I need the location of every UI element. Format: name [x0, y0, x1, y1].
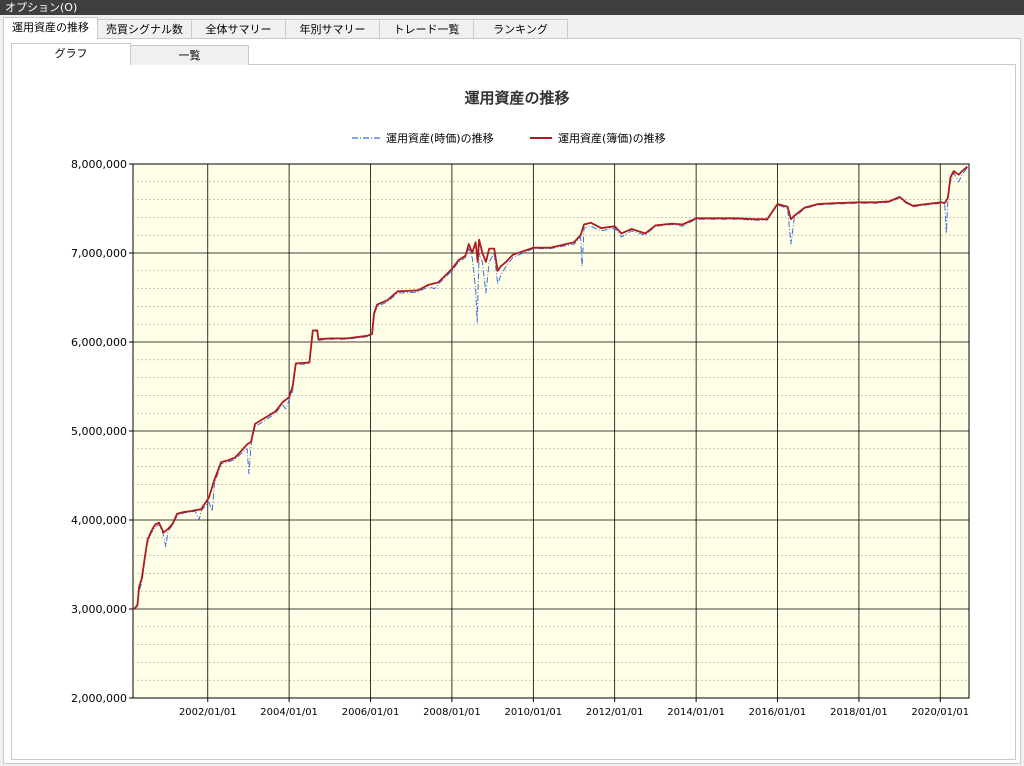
y-axis: 2,000,000 3,000,000 4,000,000 5,000,000 6,00… — [71, 158, 133, 705]
chart-legend: 運用資産(時価)の推移 運用資産(簿価)の推移 — [352, 131, 666, 145]
legend-label-market-value: 運用資産(時価)の推移 — [386, 131, 494, 145]
tab-yearly-summary[interactable]: 年別サマリー — [285, 19, 380, 39]
sub-tab-content-panel: 運用資産の推移 運用資産(時価)の推移 運用資産(簿価)の推移 2,000,00… — [11, 64, 1016, 760]
y-tick-label: 6,000,000 — [71, 336, 127, 349]
tab-signal-count[interactable]: 売買シグナル数 — [97, 19, 192, 39]
x-tick-label: 2008/01/01 — [423, 707, 481, 718]
x-tick-label: 2004/01/01 — [260, 707, 318, 718]
y-tick-label: 5,000,000 — [71, 425, 127, 438]
x-tick-label: 2020/01/01 — [911, 707, 969, 718]
tab-ranking[interactable]: ランキング — [473, 19, 568, 39]
x-tick-label: 2014/01/01 — [667, 707, 725, 718]
sub-tab-bar: グラフ 一覧 — [11, 43, 249, 65]
tab-list[interactable]: 一覧 — [130, 45, 249, 65]
x-tick-label: 2018/01/01 — [830, 707, 888, 718]
x-tick-label: 2002/01/01 — [179, 707, 237, 718]
x-axis: 2002/01/01 2004/01/01 2006/01/01 2008/01/01… — [179, 698, 969, 718]
x-tick-label: 2006/01/01 — [342, 707, 400, 718]
tab-asset-trend[interactable]: 運用資産の推移 — [3, 17, 98, 39]
y-tick-label: 7,000,000 — [71, 247, 127, 260]
asset-trend-chart: 運用資産の推移 運用資産(時価)の推移 運用資産(簿価)の推移 2,000,00… — [71, 89, 970, 718]
y-tick-label: 4,000,000 — [71, 514, 127, 527]
x-tick-label: 2016/01/01 — [749, 707, 807, 718]
y-tick-label: 8,000,000 — [71, 158, 127, 171]
main-tab-bar: 運用資産の推移 売買シグナル数 全体サマリー 年別サマリー トレード一覧 ランキ… — [3, 17, 568, 39]
x-tick-label: 2010/01/01 — [505, 707, 563, 718]
tab-graph[interactable]: グラフ — [11, 43, 131, 65]
y-tick-label: 3,000,000 — [71, 603, 127, 616]
tab-trade-list[interactable]: トレード一覧 — [379, 19, 474, 39]
chart-title: 運用資産の推移 — [464, 89, 569, 107]
options-menu[interactable]: オプション(O) — [0, 0, 1024, 15]
y-tick-label: 2,000,000 — [71, 692, 127, 705]
legend-label-book-value: 運用資産(簿価)の推移 — [558, 131, 666, 145]
x-tick-label: 2012/01/01 — [586, 707, 644, 718]
tab-overall-summary[interactable]: 全体サマリー — [191, 19, 286, 39]
